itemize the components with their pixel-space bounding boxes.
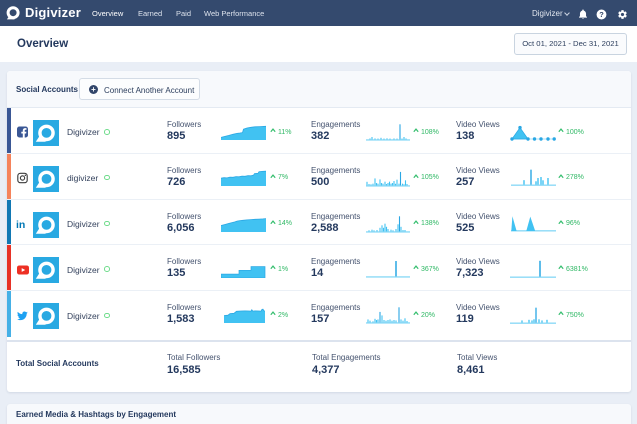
svg-text:?: ? bbox=[599, 10, 604, 19]
svg-text:in: in bbox=[16, 219, 25, 230]
